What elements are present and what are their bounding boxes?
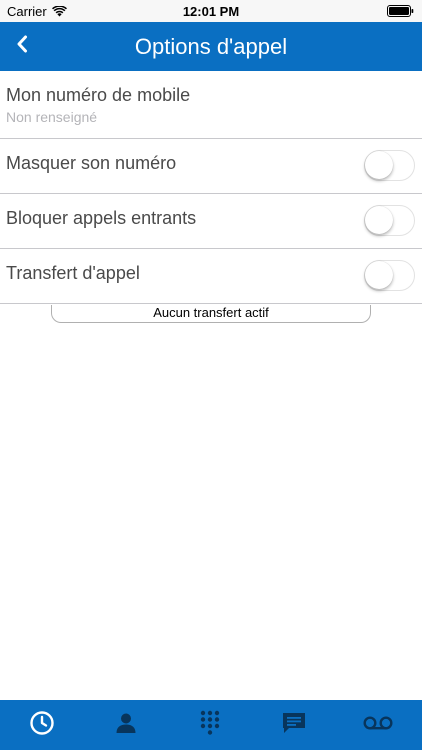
person-icon xyxy=(115,712,137,739)
voicemail-icon xyxy=(363,715,393,736)
tab-contacts[interactable] xyxy=(84,700,168,750)
clock-time: 12:01 PM xyxy=(182,4,240,19)
forward-status-label: Aucun transfert actif xyxy=(51,305,371,323)
call-forward-label: Transfert d'appel xyxy=(6,263,140,283)
call-forward-toggle[interactable] xyxy=(364,260,415,291)
navigation-bar: Options d'appel xyxy=(0,22,422,71)
tab-history[interactable] xyxy=(0,700,84,750)
battery-icon xyxy=(387,5,414,17)
toggle-knob xyxy=(365,206,393,234)
toggle-knob xyxy=(365,151,393,179)
block-incoming-toggle[interactable] xyxy=(364,205,415,236)
my-number-row[interactable]: Mon numéro de mobile Non renseigné xyxy=(0,71,422,139)
hide-number-toggle[interactable] xyxy=(364,150,415,181)
hide-number-label: Masquer son numéro xyxy=(6,153,177,173)
call-options-screen: Carrier 12:01 PM Options d'appel Mon num… xyxy=(0,0,422,750)
my-number-label: Mon numéro de mobile xyxy=(6,85,191,105)
block-incoming-label: Bloquer appels entrants xyxy=(6,208,197,228)
chat-bubble-icon xyxy=(281,711,307,740)
tab-bar xyxy=(0,700,422,750)
page-title: Options d'appel xyxy=(134,34,288,59)
call-forward-row: Transfert d'appel xyxy=(0,249,422,304)
status-bar: Carrier 12:01 PM xyxy=(0,0,422,22)
tab-keypad[interactable] xyxy=(168,700,252,750)
hide-number-row: Masquer son numéro xyxy=(0,139,422,194)
tab-voicemail[interactable] xyxy=(336,700,420,750)
block-incoming-row: Bloquer appels entrants xyxy=(0,194,422,249)
toggle-knob xyxy=(365,261,393,289)
tab-messages[interactable] xyxy=(252,700,336,750)
keypad-icon xyxy=(200,710,220,741)
my-number-value: Non renseigné xyxy=(6,109,98,125)
clock-icon xyxy=(29,710,55,741)
